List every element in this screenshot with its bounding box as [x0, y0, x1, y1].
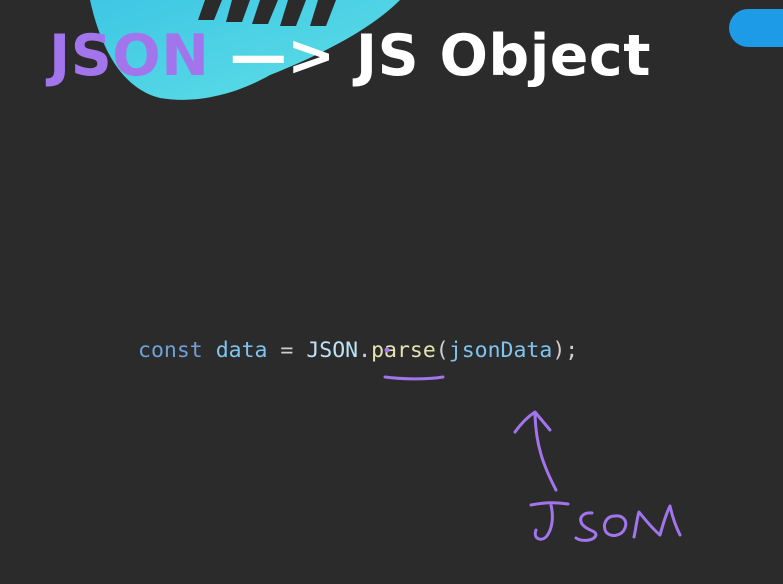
handwritten-json-icon	[529, 501, 682, 542]
underline-stroke	[383, 375, 445, 381]
arrow-up-icon	[513, 410, 558, 492]
handwritten-annotations	[383, 347, 682, 542]
pen-dot	[384, 347, 390, 353]
